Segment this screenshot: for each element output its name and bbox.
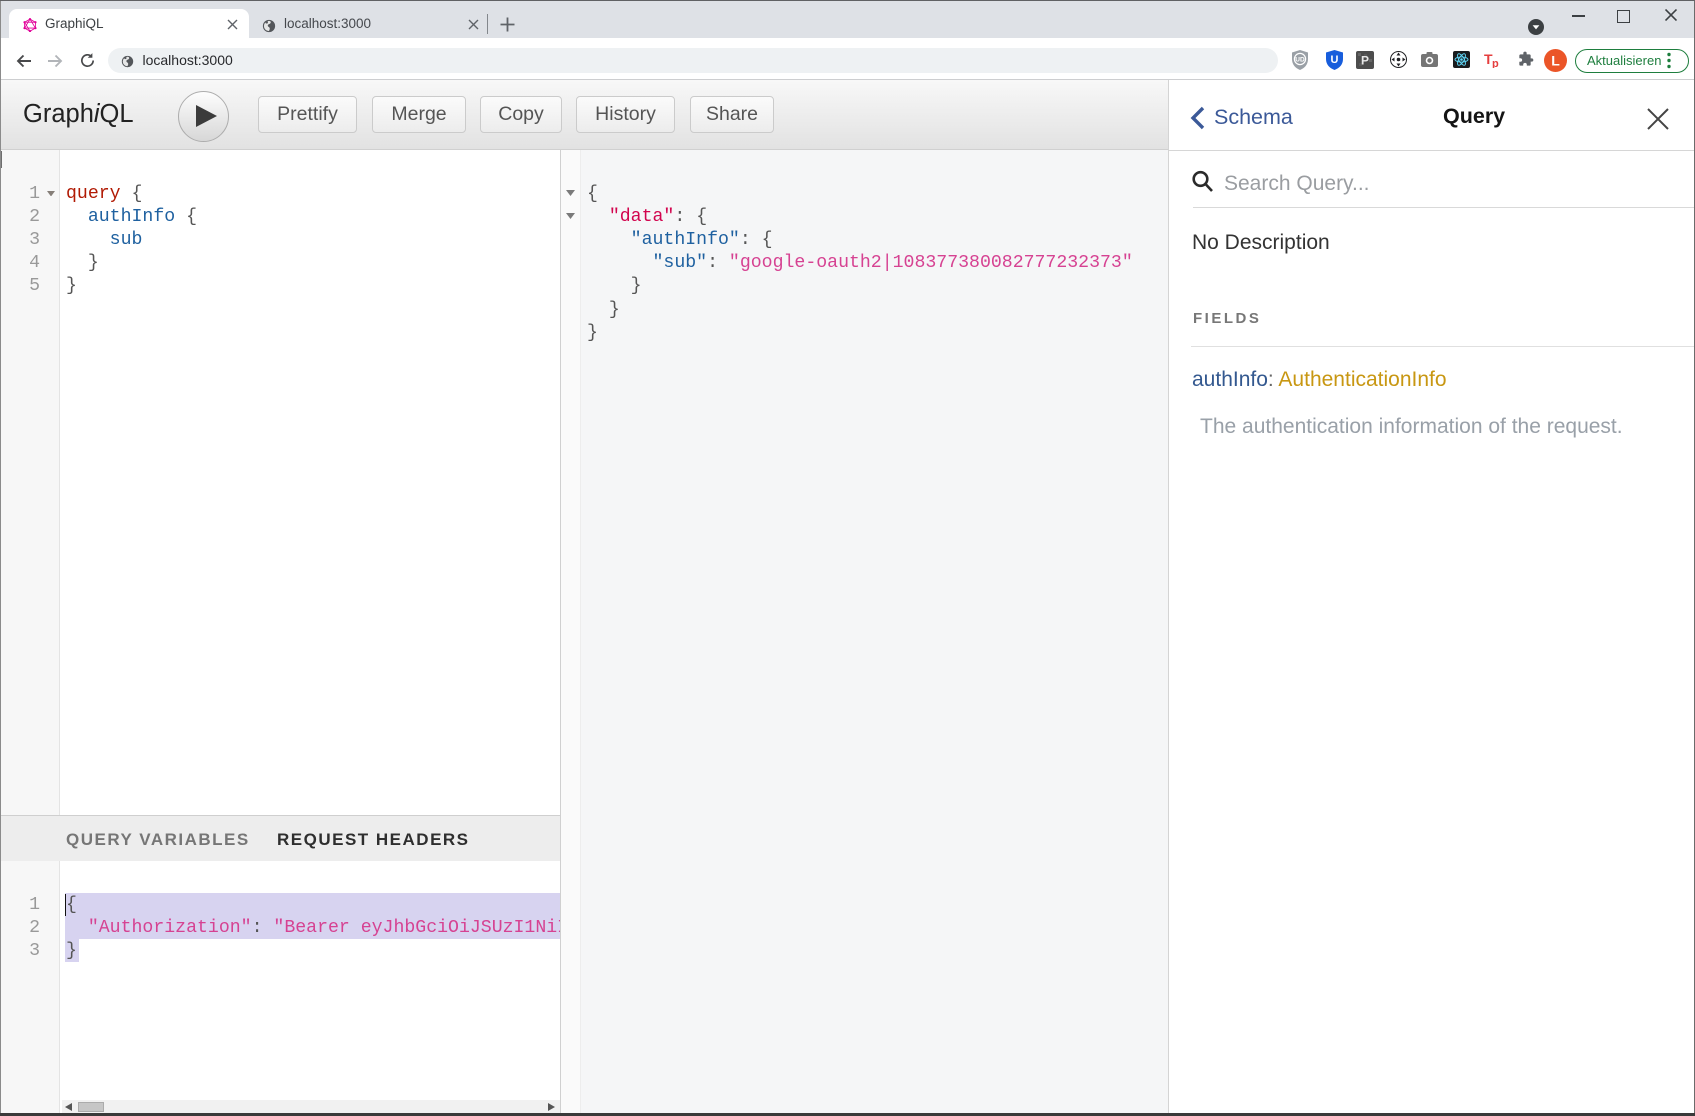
svg-text:UD: UD: [1295, 57, 1305, 64]
svg-text:P: P: [1361, 54, 1369, 68]
svg-text:L: L: [1551, 53, 1560, 69]
svg-text:p: p: [1492, 58, 1499, 68]
svg-text:U: U: [1331, 54, 1339, 66]
